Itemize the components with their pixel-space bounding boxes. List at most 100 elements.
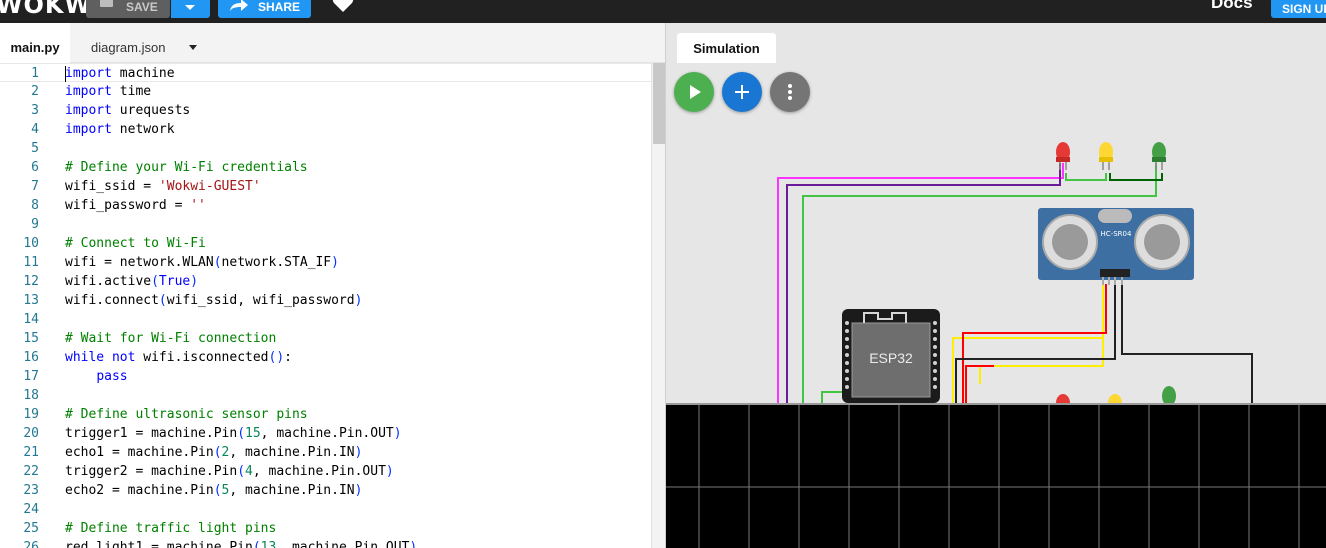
led-yellow — [1099, 142, 1113, 170]
save-options-button[interactable] — [171, 0, 210, 18]
editor-scrollbar-thumb[interactable] — [653, 63, 665, 144]
line-number: 4 — [31, 122, 39, 137]
code-area[interactable]: 1 import machine 2 import time 3 import urequ… — [0, 63, 651, 548]
code-token: not — [111, 350, 144, 365]
code-token: True — [158, 274, 191, 289]
line-number: 20 — [23, 426, 39, 441]
code-line[interactable]: 25 # Define traffic light pins — [0, 519, 651, 538]
line-text: trigger2 = machine.Pin(4, machine.Pin.OU… — [65, 462, 394, 481]
code-line[interactable]: 24 — [0, 500, 651, 519]
circuit-diagram[interactable]: HC-SR04 ESP32 — [666, 23, 1326, 403]
code-token: ( — [151, 274, 159, 289]
line-number: 21 — [23, 445, 39, 460]
line-text: wifi_password = '' — [65, 196, 206, 215]
code-line[interactable]: 8 wifi_password = '' — [0, 196, 651, 215]
code-token: 13 — [260, 540, 277, 548]
code-line[interactable]: 3 import urequests — [0, 101, 651, 120]
code-line[interactable]: 2 import time — [0, 82, 651, 101]
start-simulation-button[interactable] — [674, 72, 714, 112]
line-number: 9 — [31, 217, 39, 232]
code-token: , machine.Pin.OUT — [276, 540, 410, 548]
code-token: import — [65, 103, 120, 118]
serial-monitor[interactable] — [666, 403, 1326, 548]
line-number: 23 — [23, 483, 39, 498]
add-part-button[interactable] — [722, 72, 762, 112]
line-text: wifi_ssid = 'Wokwi-GUEST' — [65, 177, 261, 196]
code-token: wifi = network.WLAN — [65, 255, 214, 270]
code-line[interactable]: 16 while not wifi.isconnected(): — [0, 348, 651, 367]
save-button[interactable]: SAVE — [86, 0, 170, 18]
code-line[interactable]: 10 # Connect to Wi-Fi — [0, 234, 651, 253]
code-line[interactable]: 9 — [0, 215, 651, 234]
code-token: ( — [252, 540, 261, 548]
code-line[interactable]: 18 — [0, 386, 651, 405]
code-line[interactable]: 11 wifi = network.WLAN(network.STA_IF) — [0, 253, 651, 272]
share-button[interactable]: SHARE — [218, 0, 311, 18]
code-line[interactable]: 17 pass — [0, 367, 651, 386]
esp32-board: ESP32 — [842, 309, 940, 403]
code-token: network — [119, 122, 175, 137]
line-number: 3 — [31, 103, 39, 118]
code-token: urequests — [119, 103, 191, 118]
code-line[interactable]: 6 # Define your Wi-Fi credentials — [0, 158, 651, 177]
code-token: network.STA_IF — [221, 255, 332, 270]
code-line[interactable]: 23 echo2 = machine.Pin(5, machine.Pin.IN) — [0, 481, 651, 500]
share-icon — [230, 0, 248, 11]
plus-icon — [735, 85, 749, 99]
code-token: wifi.connect — [65, 293, 159, 308]
code-line[interactable]: 22 trigger2 = machine.Pin(4, machine.Pin.… — [0, 462, 651, 481]
terminal-grid — [666, 405, 1326, 548]
line-text: # Define ultrasonic sensor pins — [65, 405, 308, 424]
code-token: wifi_ssid, wifi_password — [166, 293, 355, 308]
code-line[interactable]: 15 # Wait for Wi-Fi connection — [0, 329, 651, 348]
sign-up-button[interactable]: SIGN UP — [1271, 0, 1326, 18]
code-token: echo2 = machine.Pin — [65, 483, 214, 498]
tab-simulation[interactable]: Simulation — [677, 33, 776, 63]
code-line[interactable]: 4 import network — [0, 120, 651, 139]
more-vertical-icon — [788, 84, 792, 100]
ultrasonic-sensor: HC-SR04 — [1038, 208, 1194, 285]
code-token: ( — [158, 293, 167, 308]
line-text: echo2 = machine.Pin(5, machine.Pin.IN) — [65, 481, 362, 500]
tab-main-py[interactable]: main.py — [0, 23, 70, 64]
code-line[interactable]: 26 red_light1 = machine.Pin(13, machine.P… — [0, 538, 651, 548]
line-text: import urequests — [65, 101, 190, 120]
led-red-2 — [1056, 394, 1070, 403]
esp32-label: ESP32 — [869, 350, 913, 366]
line-number: 16 — [23, 350, 39, 365]
line-text: trigger1 = machine.Pin(15, machine.Pin.O… — [65, 424, 402, 443]
editor-scrollbar[interactable] — [651, 63, 665, 548]
code-line[interactable]: 14 — [0, 310, 651, 329]
code-line[interactable]: 21 echo1 = machine.Pin(2, machine.Pin.IN) — [0, 443, 651, 462]
line-number: 25 — [23, 521, 39, 536]
code-line[interactable]: 7 wifi_ssid = 'Wokwi-GUEST' — [0, 177, 651, 196]
sensor-label: HC-SR04 — [1101, 230, 1132, 238]
code-token: ( — [213, 445, 222, 460]
code-line[interactable]: 20 trigger1 = machine.Pin(15, machine.Pin… — [0, 424, 651, 443]
simulation-pane: HC-SR04 ESP32 Simulation — [665, 23, 1326, 548]
code-line[interactable]: 5 — [0, 139, 651, 158]
line-number: 15 — [23, 331, 39, 346]
docs-link[interactable]: Docs — [1211, 0, 1253, 13]
code-token: # Define ultrasonic sensor pins — [65, 407, 308, 422]
code-token: ( — [237, 426, 246, 441]
line-number: 24 — [23, 502, 39, 517]
line-text: # Connect to Wi-Fi — [65, 234, 206, 253]
led-green — [1152, 142, 1166, 170]
code-token: ( — [213, 255, 222, 270]
line-text: red_light1 = machine.Pin(13, machine.Pin… — [65, 538, 417, 548]
tab-diagram-json[interactable]: diagram.json — [91, 23, 165, 63]
code-line[interactable]: 12 wifi.active(True) — [0, 272, 651, 291]
code-token: ) — [393, 426, 402, 441]
code-line[interactable]: 19 # Define ultrasonic sensor pins — [0, 405, 651, 424]
line-text: wifi.active(True) — [65, 272, 198, 291]
code-line[interactable]: 13 wifi.connect(wifi_ssid, wifi_password) — [0, 291, 651, 310]
share-label: SHARE — [258, 0, 301, 14]
heart-icon[interactable] — [332, 0, 354, 14]
line-text: # Define your Wi-Fi credentials — [65, 158, 308, 177]
more-options-button[interactable] — [770, 72, 810, 112]
tabs-menu-icon[interactable] — [189, 45, 197, 50]
code-line[interactable]: 1 import machine — [0, 63, 651, 82]
code-token: # Connect to Wi-Fi — [65, 236, 206, 251]
